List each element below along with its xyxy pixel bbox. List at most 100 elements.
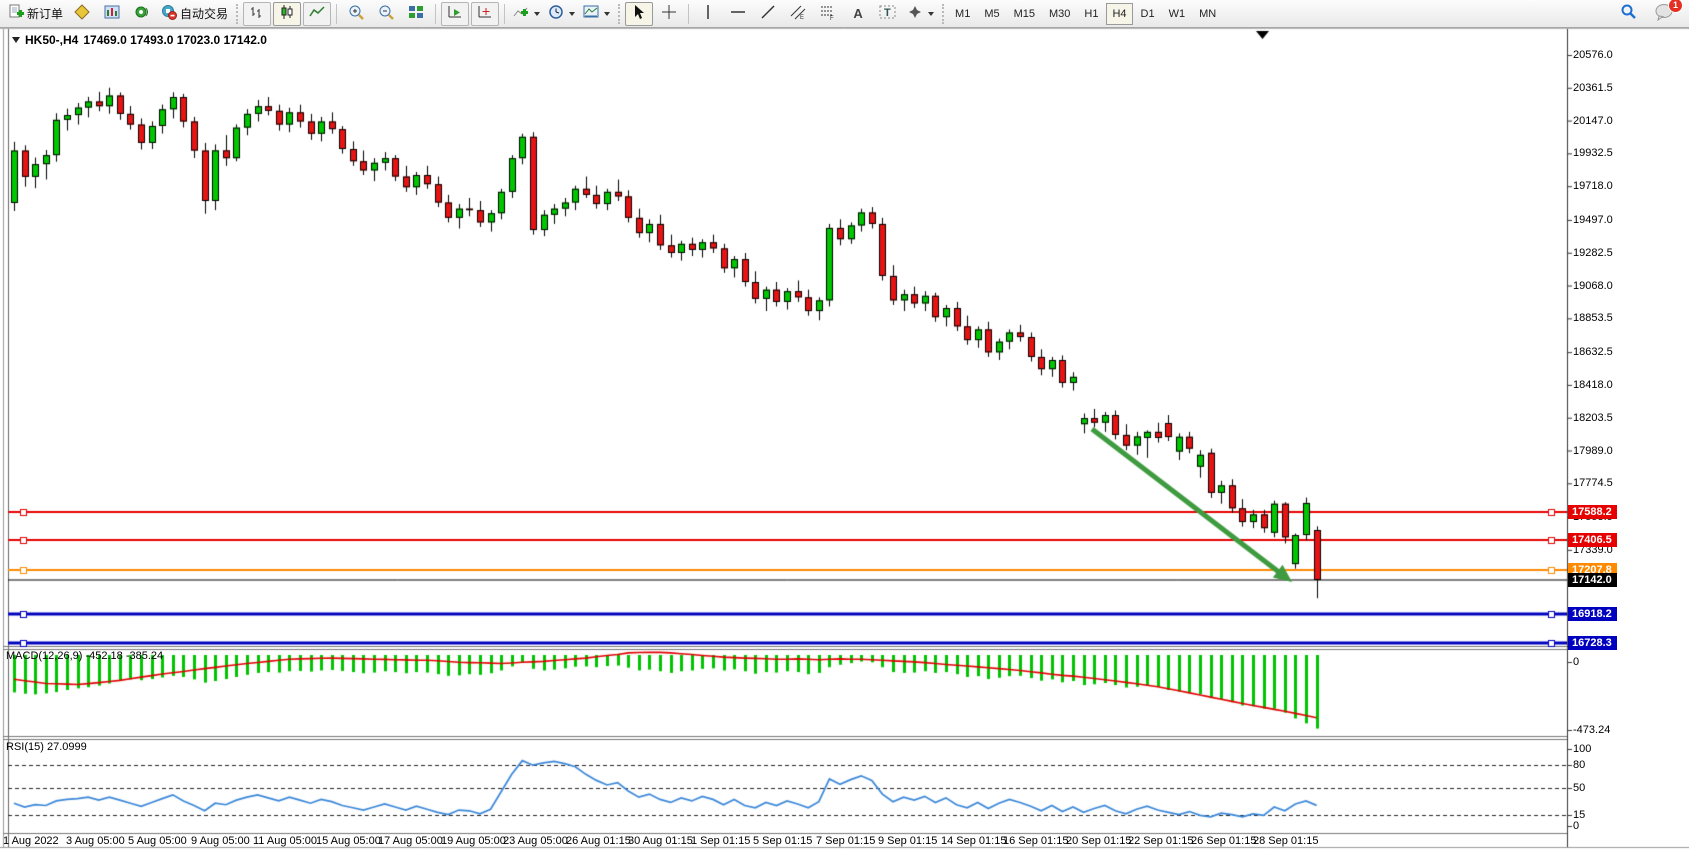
notifications-button[interactable]: 1 bbox=[1650, 2, 1678, 26]
price-tick-label: 18632.5 bbox=[1573, 346, 1613, 358]
svg-text:T: T bbox=[884, 7, 891, 19]
timeframe-button-m30[interactable]: M30 bbox=[1043, 3, 1076, 25]
eraser-button[interactable] bbox=[68, 2, 96, 26]
toolbar-separator bbox=[504, 4, 505, 24]
timeframe-button-h4[interactable]: H4 bbox=[1106, 3, 1132, 25]
price-tick-label: 19718.0 bbox=[1573, 180, 1613, 192]
date-label: 22 Sep 01:15 bbox=[1128, 835, 1193, 847]
rsi-axis-label: 80 bbox=[1573, 759, 1585, 771]
sound-button[interactable] bbox=[128, 2, 156, 26]
vertical-line-tool-button[interactable] bbox=[694, 2, 722, 26]
zoom-out-icon bbox=[378, 4, 394, 23]
indicators-icon bbox=[513, 4, 529, 23]
date-label: 23 Aug 05:00 bbox=[503, 835, 568, 847]
rsi-indicator-label: RSI(15) 27.0999 bbox=[6, 741, 87, 753]
chart-canvas[interactable] bbox=[0, 0, 1689, 856]
templates-button[interactable] bbox=[580, 2, 613, 26]
price-line-tag: 17142.0 bbox=[1568, 573, 1617, 587]
line-chart-type-button[interactable] bbox=[303, 2, 331, 26]
price-tick-label: 18203.5 bbox=[1573, 412, 1613, 424]
date-label: 30 Aug 01:15 bbox=[628, 835, 693, 847]
price-tick-label: 17989.0 bbox=[1573, 445, 1613, 457]
timeframe-button-m15[interactable]: M15 bbox=[1008, 3, 1041, 25]
date-label: 7 Sep 01:15 bbox=[816, 835, 875, 847]
horizontal-line-tool-button[interactable] bbox=[724, 2, 752, 26]
autotrading-label: 自动交易 bbox=[180, 5, 228, 22]
crosshair-icon bbox=[661, 4, 677, 23]
new-order-label: 新订单 bbox=[27, 5, 63, 22]
price-tick-label: 20147.0 bbox=[1573, 115, 1613, 127]
text-label-icon: T bbox=[879, 4, 897, 23]
timeframe-button-m1[interactable]: M1 bbox=[949, 3, 976, 25]
timeframe-button-w1[interactable]: W1 bbox=[1163, 3, 1192, 25]
date-label: 26 Aug 01:15 bbox=[566, 835, 631, 847]
toolbar-separator bbox=[336, 4, 337, 24]
svg-text:F: F bbox=[830, 16, 834, 20]
equidistant-channel-tool-button[interactable]: E bbox=[784, 2, 812, 26]
timeframe-button-m5[interactable]: M5 bbox=[978, 3, 1005, 25]
price-tick-label: 19932.5 bbox=[1573, 147, 1613, 159]
autotrading-icon bbox=[161, 4, 177, 23]
rsi-axis-label: 0 bbox=[1573, 820, 1579, 832]
fibonacci-icon: F bbox=[820, 4, 836, 23]
cursor-tool-button[interactable] bbox=[625, 2, 653, 26]
autotrading-button[interactable]: 自动交易 bbox=[158, 2, 231, 26]
terminal-window: 新订单 自动交易 bbox=[0, 0, 1689, 856]
chevron-down-icon bbox=[534, 12, 540, 16]
timeframe-group: M1M5M15M30H1H4D1W1MN bbox=[948, 3, 1223, 25]
collapse-chart-icon[interactable] bbox=[12, 37, 20, 43]
toolbar-drag-handle bbox=[236, 4, 238, 24]
tile-windows-button[interactable] bbox=[402, 2, 430, 26]
chart-shift-button[interactable] bbox=[471, 2, 499, 26]
price-tick-label: 18418.0 bbox=[1573, 379, 1613, 391]
vertical-line-icon bbox=[700, 4, 716, 23]
price-tick-label: 19282.5 bbox=[1573, 247, 1613, 259]
toolbar-right-group: 1 bbox=[1613, 2, 1685, 26]
date-label: 26 Sep 01:15 bbox=[1191, 835, 1256, 847]
timeframe-button-h1[interactable]: H1 bbox=[1078, 3, 1104, 25]
crosshair-tool-button[interactable] bbox=[655, 2, 683, 26]
date-label: 1 Sep 01:15 bbox=[691, 835, 750, 847]
toolbar: 新订单 自动交易 bbox=[0, 0, 1689, 28]
auto-scroll-icon bbox=[447, 4, 463, 23]
text-tool-button[interactable]: A bbox=[844, 2, 872, 26]
search-button[interactable] bbox=[1614, 2, 1642, 26]
auto-scroll-button[interactable] bbox=[441, 2, 469, 26]
bar-chart-icon bbox=[249, 4, 265, 23]
date-label: 14 Sep 01:15 bbox=[941, 835, 1006, 847]
charts-window-button[interactable] bbox=[98, 2, 126, 26]
search-icon bbox=[1619, 3, 1637, 24]
text-a-icon: A bbox=[853, 6, 862, 21]
price-tick-label: 20361.5 bbox=[1573, 82, 1613, 94]
date-label: 3 Aug 05:00 bbox=[66, 835, 125, 847]
price-line-tag: 17588.2 bbox=[1568, 505, 1617, 519]
timeframe-button-d1[interactable]: D1 bbox=[1135, 3, 1161, 25]
macd-axis-label: 0 bbox=[1573, 656, 1579, 668]
date-label: 28 Sep 01:15 bbox=[1253, 835, 1318, 847]
toolbar-separator bbox=[435, 4, 436, 24]
bar-chart-type-button[interactable] bbox=[243, 2, 271, 26]
indicators-button[interactable] bbox=[510, 2, 543, 26]
price-tick-label: 20576.0 bbox=[1573, 49, 1613, 61]
text-label-tool-button[interactable]: T bbox=[874, 2, 902, 26]
date-label: 9 Aug 05:00 bbox=[191, 835, 250, 847]
price-tick-label: 19068.0 bbox=[1573, 280, 1613, 292]
candlestick-chart-type-button[interactable] bbox=[273, 2, 301, 26]
date-label: 19 Aug 05:00 bbox=[441, 835, 506, 847]
zoom-out-button[interactable] bbox=[372, 2, 400, 26]
zoom-in-button[interactable] bbox=[342, 2, 370, 26]
chart-shift-icon bbox=[477, 4, 493, 23]
date-label: 1 Aug 2022 bbox=[3, 835, 59, 847]
periods-button[interactable] bbox=[545, 2, 578, 26]
timeframe-button-mn[interactable]: MN bbox=[1193, 3, 1222, 25]
chevron-down-icon bbox=[604, 12, 610, 16]
arrows-tool-button[interactable] bbox=[904, 2, 937, 26]
fibonacci-tool-button[interactable]: F bbox=[814, 2, 842, 26]
chevron-down-icon bbox=[569, 12, 575, 16]
trendline-tool-button[interactable] bbox=[754, 2, 782, 26]
tile-windows-icon bbox=[408, 4, 424, 23]
price-line-tag: 16918.2 bbox=[1568, 607, 1617, 621]
svg-text:E: E bbox=[800, 15, 804, 20]
new-order-button[interactable]: 新订单 bbox=[5, 2, 66, 26]
horizontal-line-icon bbox=[730, 4, 746, 23]
